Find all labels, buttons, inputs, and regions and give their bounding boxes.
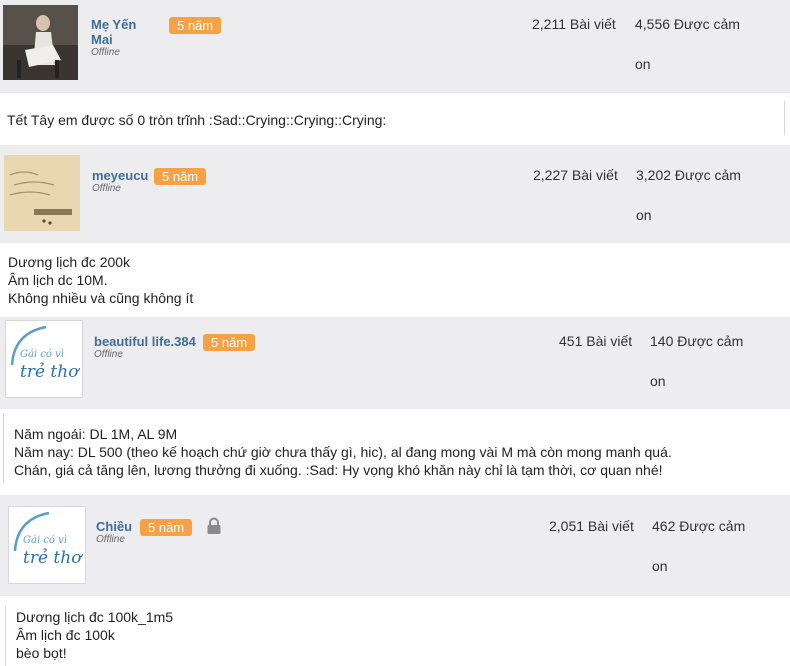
- user-avatar[interactable]: Gái có vì trẻ thơ: [5, 320, 83, 398]
- post-content: Năm ngoái: DL 1M, AL 9M Năm nay: DL 500 …: [14, 425, 672, 479]
- divider: [5, 606, 6, 666]
- post-line: Chán, giá cả tăng lên, lương thưởng đi x…: [14, 462, 663, 478]
- avatar-text: trẻ thơ: [23, 548, 83, 568]
- avatar-photo: [4, 155, 80, 231]
- avatar-text: Gái có vì: [20, 349, 64, 360]
- post-header: [0, 495, 790, 596]
- post-line: Âm lịch đc 100k: [16, 627, 115, 643]
- lock-icon: [206, 517, 222, 540]
- post-content: Dương lịch đc 200k Âm lịch dc 10M. Không…: [8, 253, 193, 307]
- post-line: Năm ngoái: DL 1M, AL 9M: [14, 426, 178, 442]
- username[interactable]: Mẹ Yến Mai: [91, 17, 149, 47]
- username[interactable]: meyeucu: [92, 168, 148, 183]
- post-count: 2,051 Bài viết: [549, 518, 634, 534]
- post-header: [0, 145, 790, 243]
- username[interactable]: beautiful life.384: [94, 334, 196, 349]
- user-status: Offline: [94, 349, 123, 360]
- post-content: Tết Tây em được số 0 tròn trĩnh :Sad::Cr…: [7, 111, 386, 129]
- user-avatar[interactable]: [4, 155, 80, 231]
- user-status: Offline: [91, 47, 120, 58]
- thanks-count-suffix: on: [650, 373, 666, 389]
- membership-badge: 5 năm: [203, 334, 256, 351]
- post-count: 2,227 Bài viết: [533, 167, 618, 183]
- post-count: 2,211 Bài viết: [532, 16, 616, 32]
- post-line: Âm lịch dc 10M.: [8, 272, 108, 288]
- divider: [3, 413, 4, 483]
- membership-badge: 5 năm: [140, 519, 193, 536]
- thanks-count-suffix: on: [652, 558, 668, 574]
- user-avatar[interactable]: [3, 5, 78, 80]
- thanks-count: 140 Được cảm: [650, 333, 744, 349]
- post-line: bèo bọt!: [16, 645, 67, 661]
- user-avatar[interactable]: Gái có vì trẻ thơ: [8, 506, 86, 584]
- thanks-count: 3,202 Được cảm: [636, 167, 741, 183]
- post-content: Dương lịch đc 100k_1m5 Âm lịch đc 100k b…: [16, 608, 173, 662]
- avatar-photo: [3, 5, 78, 80]
- membership-badge: 5 năm: [154, 168, 207, 185]
- post-line: Dương lịch đc 100k_1m5: [16, 609, 174, 625]
- avatar-logo: Gái có vì trẻ thơ: [9, 507, 85, 583]
- divider: [784, 101, 785, 135]
- thanks-count: 4,556 Được cảm: [635, 16, 740, 32]
- thanks-count-suffix: on: [636, 207, 652, 223]
- user-status: Offline: [92, 183, 121, 194]
- thanks-count-suffix: on: [635, 56, 651, 72]
- post-count: 451 Bài viết: [559, 333, 633, 349]
- avatar-text: trẻ thơ: [20, 362, 80, 382]
- post-header: [0, 317, 790, 409]
- post-line: Không nhiều và cũng không ít: [8, 290, 194, 306]
- user-status: Offline: [96, 534, 125, 545]
- post-line: Tết Tây em được số 0 tròn trĩnh :Sad::Cr…: [7, 112, 387, 128]
- membership-badge: 5 năm: [169, 17, 222, 34]
- thanks-count: 462 Được cảm: [652, 518, 746, 534]
- avatar-text: Gái có vì: [23, 535, 67, 546]
- post-line: Dương lịch đc 200k: [8, 254, 131, 270]
- avatar-logo: Gái có vì trẻ thơ: [6, 321, 82, 397]
- post-line: Năm nay: DL 500 (theo kế hoạch chứ giờ c…: [14, 444, 672, 460]
- username[interactable]: Chiều: [96, 519, 132, 534]
